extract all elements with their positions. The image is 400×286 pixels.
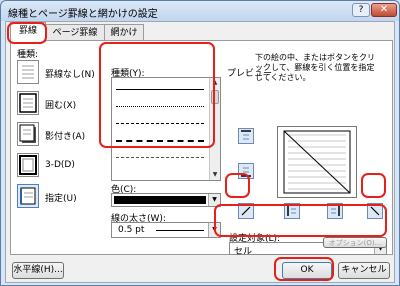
- line-style-solid[interactable]: [116, 89, 204, 90]
- chevron-down-icon[interactable]: ▼: [208, 194, 220, 206]
- line-width-value: 0.5 pt: [118, 225, 145, 235]
- color-swatch: [114, 196, 206, 204]
- scroll-down-icon[interactable]: ▼: [210, 170, 220, 180]
- dialog-window: 線種とページ罫線と網かけの設定 ? ✕ 罫線 ページ罫線 網かけ 種類: 罫線な…: [0, 0, 400, 286]
- left-border-button[interactable]: [284, 203, 300, 219]
- tab-borders[interactable]: 罫線: [10, 22, 46, 42]
- title-bar: 線種とページ罫線と網かけの設定 ? ✕: [1, 1, 399, 21]
- diagonal-down-button[interactable]: [238, 203, 254, 219]
- right-border-button[interactable]: [327, 203, 343, 219]
- setting-custom-label: 指定(U): [45, 194, 77, 204]
- setting-none[interactable]: 罫線なし(N): [17, 60, 97, 86]
- dialog-client-area: 罫線 ページ罫線 網かけ 種類: 罫線なし(N) 囲む(X) 影付き(A) 3-…: [5, 21, 395, 283]
- borders-panel: 種類: 罫線なし(N) 囲む(X) 影付き(A) 3-D(D) 指定(U) 種類…: [10, 40, 393, 257]
- line-width-sample: [156, 230, 204, 231]
- line-style-dash-dot[interactable]: [116, 157, 204, 158]
- 3d-border-icon: [17, 153, 39, 177]
- box-border-icon: [17, 91, 39, 115]
- no-border-icon: [17, 60, 39, 84]
- setting-3d[interactable]: 3-D(D): [17, 153, 97, 179]
- preview-instructions: 下の絵の中、またはボタンをクリックして、罫線を引く位置を指定してください。: [255, 53, 375, 82]
- preview-area[interactable]: [277, 126, 357, 198]
- horizontal-line-button[interactable]: 水平線(H)...: [12, 262, 64, 279]
- diagonal-up-button[interactable]: [367, 203, 383, 219]
- line-style-dashed-fine[interactable]: [116, 123, 204, 124]
- line-style-dashed[interactable]: [116, 140, 204, 142]
- setting-shadow[interactable]: 影付き(A): [17, 122, 97, 148]
- help-button[interactable]: ?: [352, 3, 370, 17]
- setting-box-label: 囲む(X): [45, 101, 77, 111]
- setting-none-label: 罫線なし(N): [45, 70, 95, 80]
- top-border-button[interactable]: [238, 128, 254, 144]
- close-button[interactable]: ✕: [371, 3, 397, 17]
- setting-heading: 種類:: [17, 50, 39, 60]
- tab-shading[interactable]: 網かけ: [104, 24, 144, 41]
- setting-shadow-label: 影付き(A): [45, 132, 86, 142]
- custom-border-icon: [17, 184, 39, 208]
- ok-button[interactable]: OK: [282, 262, 332, 279]
- scroll-up-icon[interactable]: ▲: [210, 78, 220, 88]
- line-style-list[interactable]: ▲ ▼: [111, 77, 221, 181]
- options-button[interactable]: オプション(O)...: [323, 237, 387, 248]
- setting-custom[interactable]: 指定(U): [17, 184, 97, 210]
- dialog-title: 線種とページ罫線と網かけの設定: [8, 9, 158, 20]
- apply-to-value: セル: [234, 247, 253, 257]
- cancel-button[interactable]: キャンセル: [338, 262, 390, 279]
- shadow-border-icon: [17, 122, 39, 146]
- line-style-scrollbar[interactable]: ▲ ▼: [209, 78, 220, 180]
- line-width-dropdown[interactable]: 0.5 pt ▼: [111, 222, 221, 238]
- setting-3d-label: 3-D(D): [45, 160, 75, 170]
- chevron-down-icon[interactable]: ▼: [208, 223, 220, 237]
- tab-page-border[interactable]: ページ罫線: [45, 24, 105, 41]
- color-dropdown[interactable]: ▼: [111, 193, 221, 207]
- setting-box[interactable]: 囲む(X): [17, 91, 97, 117]
- bottom-border-button[interactable]: [238, 163, 254, 179]
- scroll-thumb[interactable]: [211, 90, 219, 104]
- line-style-dotted[interactable]: [116, 106, 204, 107]
